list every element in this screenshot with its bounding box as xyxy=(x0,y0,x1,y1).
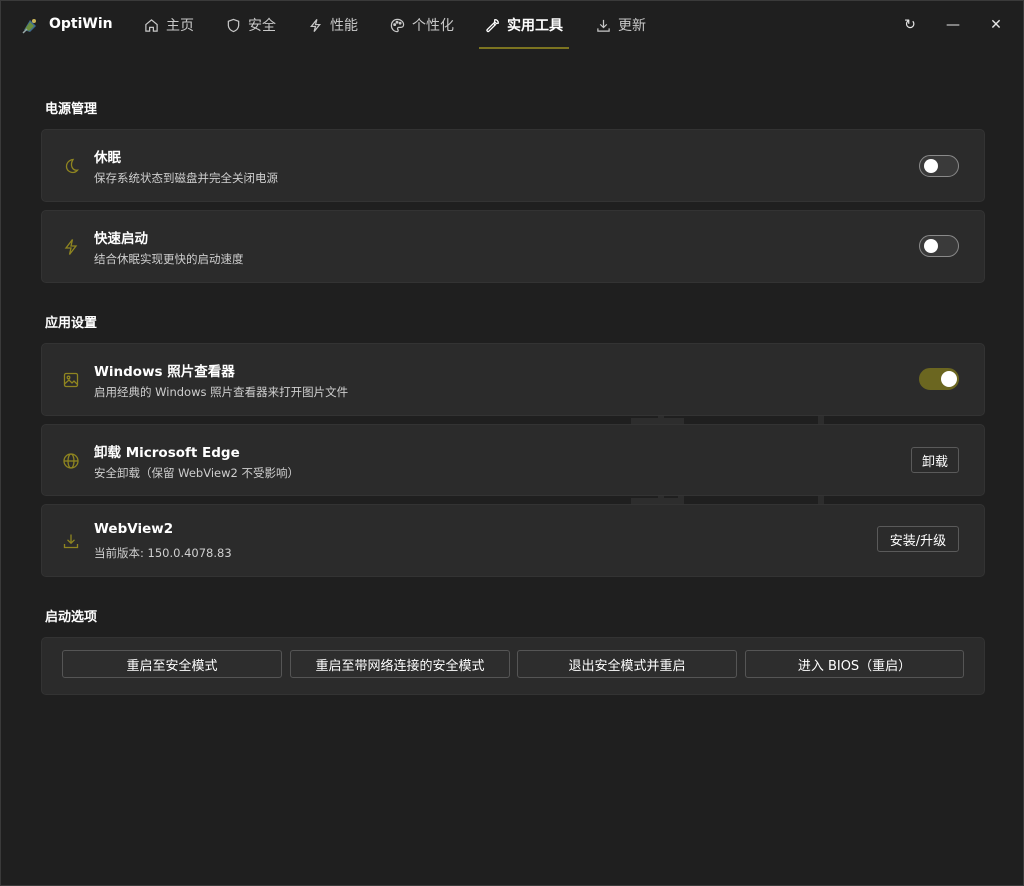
enter-bios-button[interactable]: 进入 BIOS（重启） xyxy=(745,650,964,678)
toggle-knob xyxy=(941,371,957,387)
tab-performance[interactable]: 性能 xyxy=(308,1,358,49)
install-webview-button[interactable]: 安装/升级 xyxy=(877,526,959,552)
tab-personalize[interactable]: 个性化 xyxy=(390,1,454,49)
fast-startup-toggle[interactable] xyxy=(919,235,959,257)
card-webview: WebView2 当前版本: 150.0.4078.83 安装/升级 xyxy=(41,504,985,577)
tab-security-label: 安全 xyxy=(248,18,276,34)
webview-desc: 当前版本: 150.0.4078.83 xyxy=(94,546,232,560)
card-fast-startup: 快速启动 结合休眠实现更快的启动速度 xyxy=(41,210,985,283)
moon-icon xyxy=(62,157,80,175)
hibernate-title: 休眠 xyxy=(94,150,121,166)
refresh-icon: ↻ xyxy=(904,17,916,33)
tab-utilities-label: 实用工具 xyxy=(507,18,563,34)
tab-update-label: 更新 xyxy=(618,18,646,34)
app-window: OptiWin 主页 安全 性能 个性化 实用工具 更新 ↻ — ✕ 电源管理 … xyxy=(0,0,1024,886)
section-title-apps: 应用设置 xyxy=(45,316,98,331)
tab-update[interactable]: 更新 xyxy=(596,1,646,49)
tab-performance-label: 性能 xyxy=(330,18,358,34)
hibernate-desc: 保存系统状态到磁盘并完全关闭电源 xyxy=(94,171,278,185)
fast-startup-desc: 结合休眠实现更快的启动速度 xyxy=(94,252,244,266)
hibernate-toggle[interactable] xyxy=(919,155,959,177)
toggle-knob xyxy=(924,159,938,173)
close-button[interactable]: ✕ xyxy=(984,13,1008,37)
card-hibernate: 休眠 保存系统状态到磁盘并完全关闭电源 xyxy=(41,129,985,202)
minimize-button[interactable]: — xyxy=(941,13,965,37)
refresh-button[interactable]: ↻ xyxy=(898,13,922,37)
title-bar: OptiWin 主页 安全 性能 个性化 实用工具 更新 ↻ — ✕ xyxy=(1,1,1023,49)
download-icon xyxy=(597,19,610,32)
tab-utilities[interactable]: 实用工具 xyxy=(479,1,569,49)
shield-icon xyxy=(227,18,240,32)
fast-startup-title: 快速启动 xyxy=(94,231,148,247)
photo-viewer-desc: 启用经典的 Windows 照片查看器来打开图片文件 xyxy=(94,385,349,399)
uninstall-edge-button[interactable]: 卸载 xyxy=(911,447,959,473)
minimize-icon: — xyxy=(946,17,960,33)
card-boot-options: 重启至安全模式 重启至带网络连接的安全模式 退出安全模式并重启 进入 BIOS（… xyxy=(41,637,985,695)
section-title-boot: 启动选项 xyxy=(45,610,98,625)
wrench-icon xyxy=(486,18,499,32)
active-tab-indicator xyxy=(479,47,569,49)
edge-title: 卸载 Microsoft Edge xyxy=(94,445,240,461)
lightning-icon xyxy=(62,238,80,256)
card-photo-viewer: Windows 照片查看器 启用经典的 Windows 照片查看器来打开图片文件 xyxy=(41,343,985,416)
card-edge: 卸载 Microsoft Edge 安全卸载（保留 WebView2 不受影响）… xyxy=(41,424,985,496)
app-title: OptiWin xyxy=(49,16,113,32)
tab-home[interactable]: 主页 xyxy=(144,1,194,49)
edge-desc: 安全卸载（保留 WebView2 不受影响） xyxy=(94,466,299,480)
photo-viewer-toggle[interactable] xyxy=(919,368,959,390)
webview-title: WebView2 xyxy=(94,521,174,537)
download-icon xyxy=(62,532,80,550)
toggle-knob xyxy=(924,239,938,253)
tab-personalize-label: 个性化 xyxy=(412,18,454,34)
palette-icon xyxy=(390,18,405,32)
tab-security[interactable]: 安全 xyxy=(226,1,276,49)
safe-mode-network-button[interactable]: 重启至带网络连接的安全模式 xyxy=(290,650,510,678)
close-icon: ✕ xyxy=(990,17,1002,33)
exit-safe-mode-button[interactable]: 退出安全模式并重启 xyxy=(517,650,737,678)
safe-mode-button[interactable]: 重启至安全模式 xyxy=(62,650,282,678)
photo-viewer-title: Windows 照片查看器 xyxy=(94,364,235,380)
tab-home-label: 主页 xyxy=(166,18,194,34)
lightning-icon xyxy=(310,18,321,32)
home-icon xyxy=(145,18,158,32)
globe-icon xyxy=(62,452,80,470)
app-logo-icon xyxy=(22,19,36,34)
section-title-power: 电源管理 xyxy=(45,102,98,117)
image-icon xyxy=(62,371,80,389)
